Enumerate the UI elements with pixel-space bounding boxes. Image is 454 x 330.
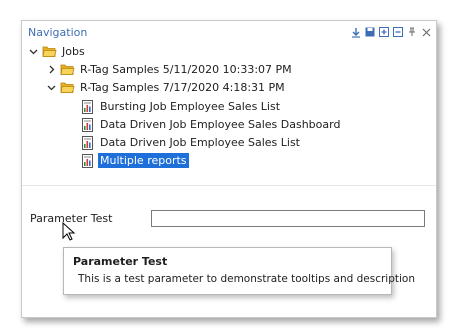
tree-node-label: Multiple reports [98,153,189,168]
panel-title: Navigation [28,26,88,39]
save-icon[interactable] [364,26,376,38]
tree-node-label: Data Driven Job Employee Sales List [100,136,300,149]
tree-node-label: Bursting Job Employee Sales List [100,100,281,113]
tree-node-report[interactable]: Data Driven Job Employee Sales Dashboard [80,116,342,133]
folder-open-icon [60,81,75,95]
report-icon [80,135,95,150]
mouse-cursor-icon [62,222,76,241]
tree-node-label: R-Tag Samples 7/17/2020 4:18:31 PM [80,81,285,94]
expand-chevron-icon[interactable] [46,64,57,75]
folder-open-icon [42,45,57,59]
tooltip-body: This is a test parameter to demonstrate … [78,273,415,285]
parameter-input[interactable] [151,210,425,227]
panel-titlebar: Navigation [22,21,436,43]
parameter-row: Parameter Test [28,209,428,229]
tree-node-report[interactable]: Bursting Job Employee Sales List [80,98,282,115]
report-icon [80,117,95,132]
tooltip-title: Parameter Test [73,255,168,268]
divider [22,185,436,186]
tree-node-group[interactable]: R-Tag Samples 7/17/2020 4:18:31 PM [46,79,287,96]
tree-node-label: Data Driven Job Employee Sales Dashboard [100,118,341,131]
tree-node-report[interactable]: Data Driven Job Employee Sales List [80,134,302,151]
folder-icon [60,63,75,77]
close-icon[interactable] [420,26,432,38]
report-icon [80,153,95,168]
collapse-chevron-icon[interactable] [46,82,57,93]
tree-node-group[interactable]: R-Tag Samples 5/11/2020 10:33:07 PM [46,61,294,78]
tree-node-jobs[interactable]: Jobs [28,43,87,60]
tooltip: Parameter Test This is a test parameter … [63,247,415,295]
pin-down-icon[interactable] [350,26,362,38]
titlebar-toolbar [350,26,432,38]
collapse-all-icon[interactable] [392,26,404,38]
report-icon [80,99,95,114]
navigation-tree: Jobs R-Tag Samples 5/11/2020 10:33:07 PM… [22,43,436,185]
tree-node-label: R-Tag Samples 5/11/2020 10:33:07 PM [80,63,292,76]
tree-node-label: Jobs [62,45,85,58]
tree-node-report-selected[interactable]: Multiple reports [80,152,189,169]
expand-all-icon[interactable] [378,26,390,38]
pin-icon[interactable] [406,26,418,38]
collapse-chevron-icon[interactable] [28,46,39,57]
